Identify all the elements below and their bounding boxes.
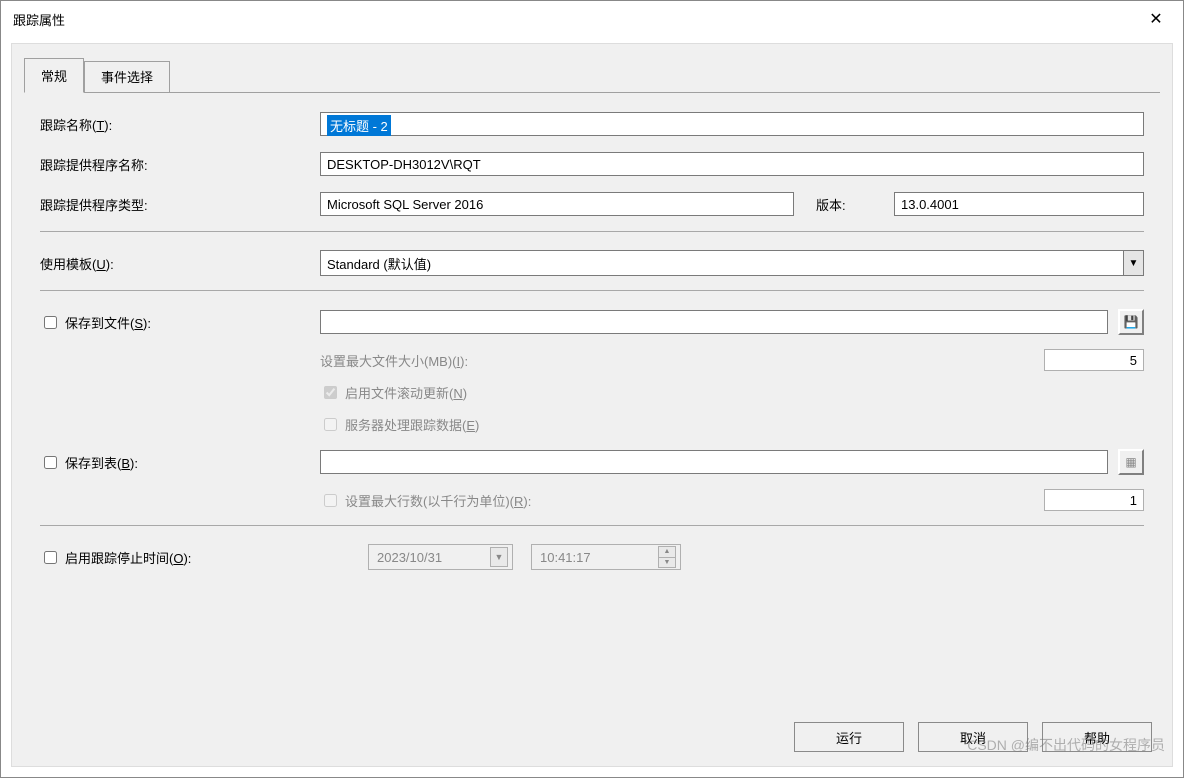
- save-file-path-field: [320, 310, 1108, 334]
- tab-events[interactable]: 事件选择: [84, 61, 170, 92]
- time-spinner-icon: ▲▼: [658, 546, 676, 568]
- label-save-to-table: 保存到表(B):: [65, 453, 138, 472]
- label-max-rows: 设置最大行数(以千行为单位)(R):: [345, 491, 531, 510]
- tab-panel-general: 跟踪名称(T): 无标题 - 2 // overlay selection st…: [24, 92, 1160, 570]
- button-row: 运行 取消 帮助: [794, 722, 1152, 752]
- max-rows-field: [1044, 489, 1144, 511]
- dialog-window: 跟踪属性 ✕ 常规 事件选择 跟踪名称(T): 无标题 - 2 // overl…: [0, 0, 1184, 778]
- save-table-browse-icon: ▦: [1118, 449, 1144, 475]
- window-title: 跟踪属性: [13, 10, 65, 29]
- save-file-browse-icon: 💾: [1118, 309, 1144, 335]
- version-field: [894, 192, 1144, 216]
- label-provider-name: 跟踪提供程序名称:: [40, 155, 320, 174]
- save-to-table-checkbox[interactable]: [44, 456, 57, 469]
- stop-time-picker: 10:41:17 ▲▼: [531, 544, 681, 570]
- provider-name-field: [320, 152, 1144, 176]
- save-table-field: [320, 450, 1108, 474]
- stop-time-checkbox[interactable]: [44, 551, 57, 564]
- label-provider-type: 跟踪提供程序类型:: [40, 195, 320, 214]
- label-version: 版本:: [816, 195, 876, 214]
- provider-type-field: [320, 192, 794, 216]
- cancel-button[interactable]: 取消: [918, 722, 1028, 752]
- trace-name-input[interactable]: [320, 112, 1144, 136]
- max-rows-checkbox: [324, 494, 337, 507]
- label-save-to-file: 保存到文件(S):: [65, 313, 151, 332]
- divider-2: [40, 290, 1144, 291]
- label-server-processes: 服务器处理跟踪数据(E): [345, 415, 479, 434]
- tab-strip: 常规 事件选择: [12, 44, 1172, 92]
- divider-3: [40, 525, 1144, 526]
- template-combo[interactable]: [320, 250, 1144, 276]
- save-to-file-checkbox[interactable]: [44, 316, 57, 329]
- label-trace-name: 跟踪名称(T):: [40, 115, 320, 134]
- stop-date-value: 2023/10/31: [377, 550, 442, 565]
- close-icon[interactable]: ✕: [1141, 9, 1171, 29]
- tab-general[interactable]: 常规: [24, 58, 84, 93]
- max-file-size-field: [1044, 349, 1144, 371]
- label-stop-time: 启用跟踪停止时间(O):: [65, 548, 191, 567]
- divider-1: [40, 231, 1144, 232]
- titlebar: 跟踪属性 ✕: [1, 1, 1183, 37]
- rollover-checkbox: [324, 386, 337, 399]
- label-rollover: 启用文件滚动更新(N): [345, 383, 467, 402]
- chevron-down-icon: ▼: [490, 547, 508, 567]
- stop-date-picker: 2023/10/31 ▼: [368, 544, 513, 570]
- help-button[interactable]: 帮助: [1042, 722, 1152, 752]
- stop-time-value: 10:41:17: [540, 550, 591, 565]
- server-processes-checkbox: [324, 418, 337, 431]
- label-max-file-size: 设置最大文件大小(MB)(I):: [320, 351, 1044, 370]
- run-button[interactable]: 运行: [794, 722, 904, 752]
- label-use-template: 使用模板(U):: [40, 254, 320, 273]
- dialog-body: 常规 事件选择 跟踪名称(T): 无标题 - 2 // overlay sele…: [11, 43, 1173, 767]
